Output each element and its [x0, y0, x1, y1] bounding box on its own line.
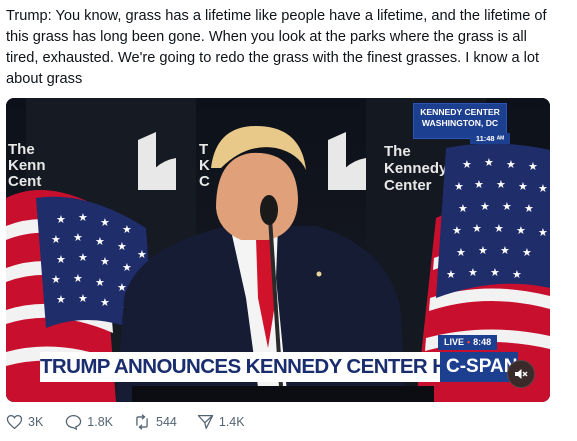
muted-speaker-icon — [515, 369, 528, 379]
headline-chyron: TRUMP ANNOUNCES KENNEDY CENTER HONOREES — [40, 352, 440, 382]
svg-text:★: ★ — [496, 178, 506, 191]
svg-text:★: ★ — [78, 251, 88, 264]
backdrop-text-left-3: Cent — [8, 173, 41, 190]
svg-text:★: ★ — [78, 292, 88, 305]
svg-text:★: ★ — [478, 244, 488, 257]
svg-text:★: ★ — [51, 233, 61, 246]
svg-text:★: ★ — [446, 268, 456, 281]
svg-text:★: ★ — [95, 235, 105, 248]
svg-text:★: ★ — [528, 160, 538, 173]
send-icon — [197, 414, 214, 430]
svg-text:★: ★ — [100, 255, 110, 268]
svg-text:★: ★ — [468, 266, 478, 279]
svg-text:★: ★ — [117, 281, 127, 294]
live-badge: LIVE • 8:48 — [438, 335, 498, 350]
podium — [132, 386, 434, 402]
svg-text:★: ★ — [56, 293, 66, 306]
backdrop-text-right-3: Center — [384, 177, 432, 194]
svg-text:★: ★ — [480, 200, 490, 213]
location-line-2: WASHINGTON, DC — [421, 118, 499, 128]
video-player[interactable]: The Kenn Cent T K C The Kennedy Center ★… — [6, 98, 550, 402]
svg-text:★: ★ — [494, 222, 504, 235]
svg-text:★: ★ — [522, 246, 532, 259]
backdrop-text-right-2: Kennedy — [384, 160, 448, 177]
svg-text:★: ★ — [490, 266, 500, 279]
live-label: LIVE — [444, 337, 465, 347]
svg-text:★: ★ — [516, 224, 526, 237]
network-logo: C-SPAN — [440, 352, 518, 382]
comment-icon — [66, 414, 82, 430]
backdrop-text-mid-1: T — [199, 141, 208, 158]
repost-icon — [136, 414, 148, 430]
repost-count: 544 — [156, 415, 177, 429]
live-time: 8:48 — [473, 337, 492, 347]
heart-icon — [6, 414, 23, 430]
svg-text:★: ★ — [78, 211, 88, 224]
svg-text:★: ★ — [518, 180, 528, 193]
svg-text:★: ★ — [73, 231, 83, 244]
svg-text:★: ★ — [538, 182, 548, 195]
svg-text:★: ★ — [500, 244, 510, 257]
backdrop-text-mid-2: K — [199, 157, 210, 174]
share-button[interactable]: 1.4K — [197, 414, 245, 430]
backdrop-text-left-1: The — [8, 141, 35, 158]
reply-button[interactable]: 1.8K — [65, 414, 113, 430]
share-count: 1.4K — [218, 415, 245, 429]
repost-button[interactable]: 544 — [133, 414, 177, 430]
svg-text:★: ★ — [56, 213, 66, 226]
svg-text:★: ★ — [458, 202, 468, 215]
svg-text:★: ★ — [524, 202, 534, 215]
like-button[interactable]: 3K — [6, 414, 43, 430]
svg-text:★: ★ — [512, 268, 522, 281]
svg-text:★: ★ — [122, 223, 132, 236]
svg-text:★: ★ — [100, 296, 110, 309]
backdrop-text-mid-3: C — [199, 173, 210, 190]
svg-text:★: ★ — [56, 253, 66, 266]
svg-text:★: ★ — [117, 240, 127, 253]
svg-text:★: ★ — [456, 246, 466, 259]
svg-text:★: ★ — [472, 222, 482, 235]
svg-text:★: ★ — [502, 200, 512, 213]
like-count: 3K — [28, 415, 44, 429]
svg-text:★: ★ — [506, 158, 516, 171]
svg-text:★: ★ — [454, 180, 464, 193]
svg-text:★: ★ — [538, 226, 548, 239]
reply-count: 1.8K — [87, 415, 114, 429]
svg-text:★: ★ — [484, 156, 494, 169]
mute-button[interactable] — [507, 360, 535, 388]
clock-badge: 11:48 ᴬᴹ — [470, 133, 510, 144]
svg-text:★: ★ — [137, 248, 147, 261]
live-dot-icon: • — [467, 337, 471, 347]
svg-text:★: ★ — [452, 224, 462, 237]
backdrop-text-left-2: Kenn — [8, 157, 46, 174]
svg-text:★: ★ — [51, 273, 61, 286]
svg-text:★: ★ — [95, 276, 105, 289]
backdrop-text-right-1: The — [384, 143, 411, 160]
svg-text:★: ★ — [73, 272, 83, 285]
svg-text:★: ★ — [462, 158, 472, 171]
svg-text:★: ★ — [474, 178, 484, 191]
svg-text:★: ★ — [122, 261, 132, 274]
post-text: Trump: You know, grass has a lifetime li… — [6, 8, 547, 87]
svg-text:★: ★ — [100, 216, 110, 229]
location-line-1: KENNEDY CENTER — [420, 107, 500, 117]
post-actions-bar: 3K 1.8K 544 1.4K — [6, 414, 265, 430]
